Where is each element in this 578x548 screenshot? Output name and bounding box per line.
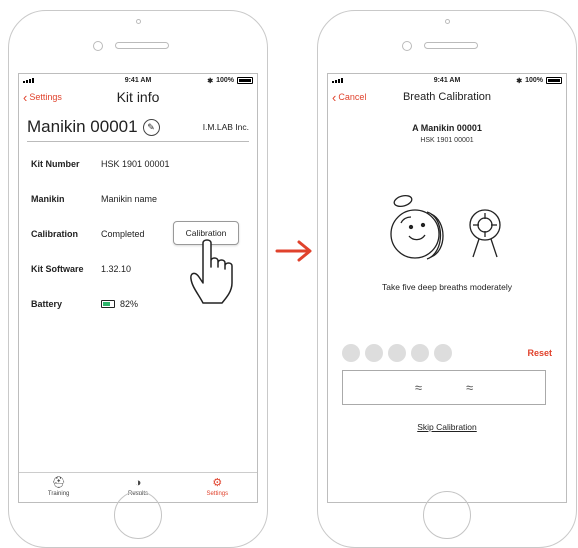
breath-feedback-box: ≈ ≈ xyxy=(342,370,546,405)
breath-indicator xyxy=(342,344,360,362)
row-label: Manikin xyxy=(31,193,65,204)
front-camera xyxy=(136,19,141,24)
nav-bar: ‹ Settings Kit info xyxy=(19,87,257,107)
breath-indicator xyxy=(434,344,452,362)
manikin-name: A Manikin 00001 xyxy=(412,123,482,133)
tab-training[interactable]: ⛑ Training xyxy=(19,473,98,502)
home-button[interactable] xyxy=(114,491,162,539)
row-label: Battery xyxy=(31,298,63,309)
row-value: HSK 1901 00001 xyxy=(101,158,170,169)
pointing-hand-icon xyxy=(190,239,233,304)
back-button[interactable]: ‹ Settings xyxy=(23,91,62,104)
row-value: Completed xyxy=(101,228,145,239)
row-value: 1.32.10 xyxy=(101,263,132,274)
phone-kit-info: 9:41 AM ✱ 100% ‹ Settings Kit info Manikin… xyxy=(8,10,268,548)
manufacturer: I.M.LAB Inc. xyxy=(202,122,249,132)
earpiece-speaker xyxy=(115,42,169,49)
edit-pencil-icon[interactable]: ✎ xyxy=(142,118,160,136)
row-value: Manikin name xyxy=(101,193,158,204)
kit-header: Manikin 00001 ✎ I.M.LAB Inc. xyxy=(27,117,249,142)
sensor-dot xyxy=(402,41,412,51)
reset-button[interactable]: Reset xyxy=(527,348,552,358)
status-time: 9:41 AM xyxy=(433,77,461,84)
row-kit-number: Kit Number HSK 1901 00001 xyxy=(19,146,257,181)
cancel-button[interactable]: ‹ Cancel xyxy=(332,91,366,104)
instruction-text: Take five deep breaths moderately xyxy=(382,282,512,292)
status-bar: 9:41 AM ✱ 100% xyxy=(19,74,257,87)
wind-icon: ≈ xyxy=(414,380,422,395)
row-label: Kit Software xyxy=(31,263,84,274)
manikin-icon: ⛑ xyxy=(51,477,66,489)
chevron-left-icon: ‹ xyxy=(23,89,28,105)
wind-icon: ≈ xyxy=(466,380,474,395)
breathing-illustration xyxy=(390,194,501,260)
tab-settings[interactable]: ⚙ Settings xyxy=(178,473,257,502)
home-button[interactable] xyxy=(423,491,471,539)
breath-progress xyxy=(342,344,452,362)
status-bar: 9:41 AM ✱ 100% xyxy=(328,74,566,87)
skip-calibration-link[interactable]: Skip Calibration xyxy=(328,422,566,432)
row-label: Kit Number xyxy=(31,158,80,169)
gear-icon: ⚙ xyxy=(212,477,223,489)
battery-level-icon xyxy=(101,299,115,308)
breath-indicator xyxy=(365,344,383,362)
status-time: 9:41 AM xyxy=(124,77,152,84)
earpiece-speaker xyxy=(424,42,478,49)
chevron-left-icon: ‹ xyxy=(332,89,337,105)
back-label: Settings xyxy=(29,92,62,102)
breath-indicator xyxy=(411,344,429,362)
nav-bar: ‹ Cancel Breath Calibration xyxy=(328,87,566,107)
arrow-right-icon xyxy=(275,240,312,262)
row-label: Calibration xyxy=(31,228,79,239)
tab-label: Training xyxy=(47,491,70,497)
kit-name: Manikin 00001 xyxy=(27,117,138,136)
row-manikin: Manikin Manikin name xyxy=(19,181,257,216)
row-value: 82% xyxy=(120,298,139,309)
breath-indicator xyxy=(388,344,406,362)
tab-label: Settings xyxy=(206,491,229,497)
back-label: Cancel xyxy=(338,92,367,102)
results-icon: ◑ xyxy=(134,477,142,489)
sensor-dot xyxy=(93,41,103,51)
kit-number: HSK 1901 00001 xyxy=(420,137,474,144)
calibration-screen: 9:41 AM ✱ 100% ‹ Cancel Breath Calibration… xyxy=(327,73,567,503)
front-camera xyxy=(445,19,450,24)
phone-breath-calibration: 9:41 AM ✱ 100% ‹ Cancel Breath Calibration… xyxy=(317,10,577,548)
kit-info-screen: 9:41 AM ✱ 100% ‹ Settings Kit info Manikin… xyxy=(18,73,258,503)
